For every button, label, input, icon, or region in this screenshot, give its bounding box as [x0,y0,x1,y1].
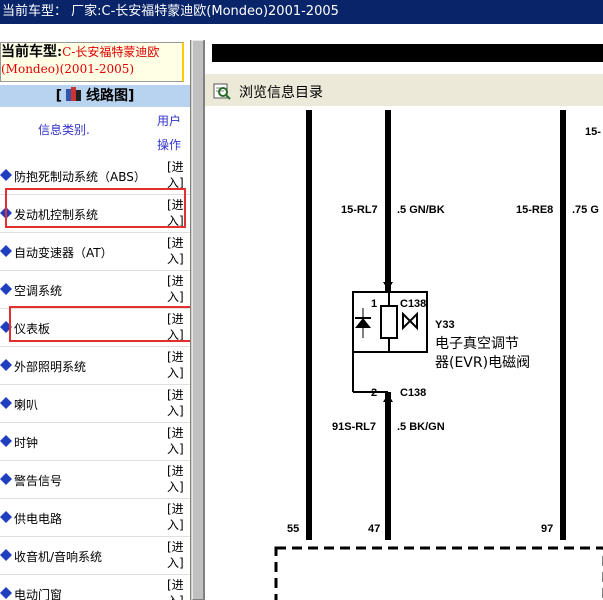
item-label[interactable]: 自动变速器（AT） [14,244,113,261]
browse-catalog-button[interactable]: 浏览信息目录 [239,82,323,102]
enter-link[interactable]: [进入] [167,501,187,533]
pin-bottom-arrow [383,394,393,402]
component-name-line1: 电子真空调节 [435,336,519,352]
wiring-book-icon [66,87,81,101]
diamond-bullet-icon [0,435,12,447]
window-title: 当前车型： 厂家:C-长安福特蒙迪欧(Mondeo)2001-2005 [0,0,603,24]
item-label[interactable]: 收音机/音响系统 [14,548,102,565]
right-panel: 浏览信息目录 15-RL7 .5 GN/BK 15-RE8 .75 G 15- … [204,40,603,600]
diamond-bullet-icon [0,359,12,371]
wire-a-spec: .5 GN/BK [397,204,445,216]
wiring-diagram: 15-RL7 .5 GN/BK 15-RE8 .75 G 15- 1 C138 … [274,110,603,600]
diamond-bullet-icon [0,587,12,599]
diamond-bullet-icon [0,169,12,181]
wire-c-code: 91S-RL7 [332,421,376,433]
current-vehicle-box: 当前车型:C-长安福特蒙迪欧 (Mondeo)(2001-2005) [0,42,184,82]
list-item[interactable]: 警告信号 [进 入] [0,461,190,499]
current-vehicle-value: C-长安福特蒙迪欧 [62,45,160,59]
diamond-bullet-icon [0,397,12,409]
wire-b-spec: .75 G [572,204,599,216]
item-label[interactable]: 电动门窗 [14,586,62,600]
enter-link[interactable]: [进入] [167,235,187,267]
item-label[interactable]: 时钟 [14,434,38,451]
column-header: 信息类别. 用户 操作 [0,107,190,157]
item-label[interactable]: 空调系统 [14,282,62,299]
enter-link[interactable]: [进入] [167,577,187,600]
enter-link[interactable]: [进入] [167,425,187,457]
scrollbar-thumb[interactable] [192,40,204,600]
module-dashed-box [274,546,603,600]
wire-c-spec: .5 BK/GN [397,421,445,433]
list-item[interactable]: 外部照明系统 [进 入] [0,347,190,385]
list-item[interactable]: 收音机/音响系统 [进 入] [0,537,190,575]
wire-a-code: 15-RL7 [341,204,378,216]
enter-link[interactable]: [进入] [167,349,187,381]
list-item[interactable]: 时钟 [进 入] [0,423,190,461]
diamond-bullet-icon [0,283,12,295]
pin-bottom-number: 2 [371,387,377,399]
item-label[interactable]: 供电电路 [14,510,62,527]
list-item[interactable]: 供电电路 [进 入] [0,499,190,537]
browse-magnifier-icon[interactable] [213,82,231,100]
list-item[interactable]: 喇叭 [进 入] [0,385,190,423]
highlight-engine-control [5,188,186,228]
diamond-bullet-icon [0,245,12,257]
current-vehicle-years: (Mondeo)(2001-2005) [1,62,135,76]
pin-top-arrow [383,282,393,290]
enter-link[interactable]: [进入] [167,387,187,419]
current-vehicle-label: 当前车型: [1,44,63,60]
item-label[interactable]: 外部照明系统 [14,358,86,375]
terminal-55: 55 [287,523,299,535]
list-item[interactable]: 自动变速器（AT） [进 入] [0,233,190,271]
pin-top-number: 1 [371,298,377,310]
left-scrollbar[interactable] [190,40,204,600]
terminal-47: 47 [368,523,380,535]
connector-top: C138 [400,298,426,310]
section-title-text: 线路图 [86,88,128,104]
section-title: [线路图] [0,85,190,107]
list-item[interactable]: 电动门窗 [进入] [0,575,190,600]
diamond-bullet-icon [0,473,12,485]
enter-link[interactable]: [进入] [167,273,187,305]
connector-bottom: C138 [400,387,426,399]
terminal-97: 97 [541,523,553,535]
toolbar: 浏览信息目录 [205,74,603,106]
enter-link[interactable]: [进入] [167,463,187,495]
left-panel: 当前车型:C-长安福特蒙迪欧 (Mondeo)(2001-2005) [线路图]… [0,40,190,600]
column-category: 信息类别. [38,123,90,137]
component-id: Y33 [435,319,455,331]
enter-link[interactable]: [进入] [167,159,187,191]
list-item[interactable]: 空调系统 [进 入] [0,271,190,309]
item-label[interactable]: 喇叭 [14,396,38,413]
wire-b-code: 15-RE8 [516,204,553,216]
header-bar [212,44,603,62]
item-label[interactable]: 警告信号 [14,472,62,489]
diamond-bullet-icon [0,549,12,561]
component-name-line2: 器(EVR)电磁阀 [435,355,530,371]
item-label[interactable]: 防抱死制动系统（ABS） [14,168,146,185]
highlight-instrument-panel [9,306,190,342]
diamond-bullet-icon [0,511,12,523]
enter-link[interactable]: [进入] [167,539,187,571]
app-window: 当前车型： 厂家:C-长安福特蒙迪欧(Mondeo)2001-2005 当前车型… [0,0,603,600]
wire-top-right-code: 15- [585,126,601,138]
column-user-action: 用户 操作 [157,114,182,152]
